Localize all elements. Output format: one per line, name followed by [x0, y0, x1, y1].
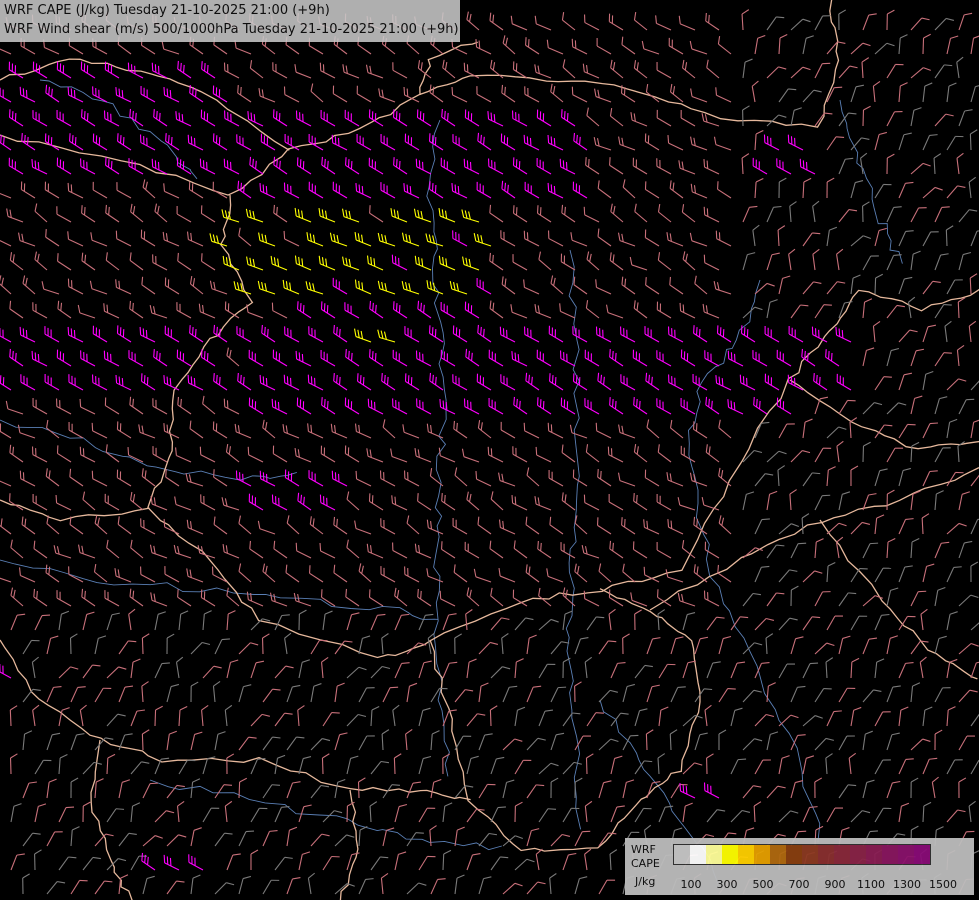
legend-ticks: 100 300 500 700 900 1100 1300 1500	[673, 878, 973, 892]
legend-swatch	[786, 845, 802, 864]
legend-swatch	[834, 845, 850, 864]
legend-swatch	[770, 845, 786, 864]
legend-swatch	[802, 845, 818, 864]
legend-title-wrf: WRF	[631, 843, 656, 856]
legend-tick: 1300	[893, 878, 921, 891]
title-box: WRF CAPE (J/kg) Tuesday 21-10-2025 21:00…	[0, 0, 460, 42]
cape-legend: WRF CAPE J/kg 100 300 500 700 900 1100 1300 150…	[625, 838, 974, 895]
legend-swatch	[882, 845, 898, 864]
wind-shear-map	[0, 0, 979, 900]
legend-tick: 100	[680, 878, 702, 891]
legend-tick: 1500	[929, 878, 957, 891]
legend-swatch	[706, 845, 722, 864]
legend-tick: 1100	[857, 878, 885, 891]
legend-swatches	[673, 844, 931, 865]
legend-swatch	[690, 845, 706, 864]
legend-unit: J/kg	[635, 875, 656, 888]
legend-swatch	[866, 845, 882, 864]
legend-swatch	[738, 845, 754, 864]
legend-swatch	[898, 845, 914, 864]
legend-swatch	[722, 845, 738, 864]
legend-tick: 700	[788, 878, 810, 891]
title-cape: WRF CAPE (J/kg) Tuesday 21-10-2025 21:00…	[4, 3, 330, 18]
legend-swatch	[754, 845, 770, 864]
legend-tick: 300	[716, 878, 738, 891]
legend-swatch	[850, 845, 866, 864]
legend-title-cape: CAPE	[631, 857, 660, 870]
legend-swatch	[818, 845, 834, 864]
legend-swatch	[674, 845, 690, 864]
legend-swatch	[914, 845, 930, 864]
legend-tick: 900	[824, 878, 846, 891]
legend-tick: 500	[752, 878, 774, 891]
title-wind-shear: WRF Wind shear (m/s) 500/1000hPa Tuesday…	[4, 22, 459, 37]
